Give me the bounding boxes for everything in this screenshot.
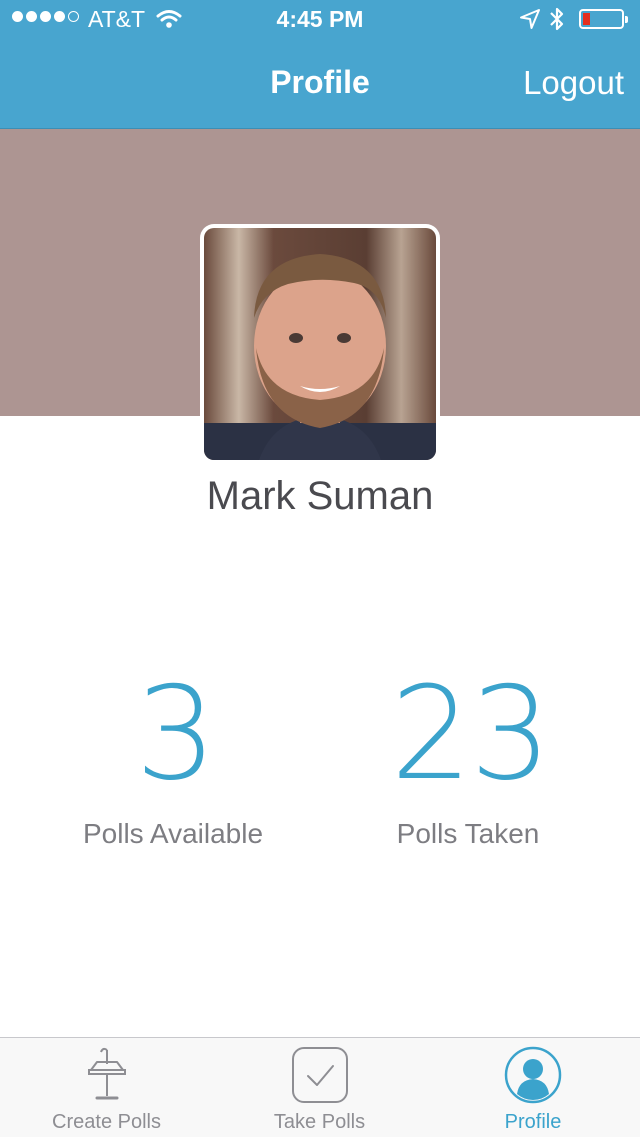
avatar [204,228,436,460]
tab-create-polls[interactable]: Create Polls [0,1038,213,1137]
tab-take-polls[interactable]: Take Polls [213,1038,426,1137]
polls-taken-count: 23 [390,660,552,809]
status-bar: AT&T 4:45 PM [0,0,640,40]
logout-button[interactable]: Logout [523,64,624,102]
top-bar: AT&T 4:45 PM Profile Logout [0,0,640,129]
status-time: 4:45 PM [276,6,364,32]
avatar-frame [200,224,440,464]
battery-icon [579,9,628,29]
person-icon [504,1046,562,1109]
tab-label: Create Polls [52,1111,161,1133]
tab-profile[interactable]: Profile [426,1038,640,1137]
tab-label: Profile [504,1111,562,1133]
polls-available-count: 3 [135,660,216,809]
podium-icon [83,1046,131,1109]
polls-available-label: Polls Available [82,818,264,849]
polls-taken-label: Polls Taken [396,818,540,849]
tab-bar: Create Polls Take Polls Profile [0,1037,640,1137]
profile-name: Mark Suman [206,474,434,518]
location-arrow-icon [519,8,541,35]
bluetooth-icon [549,6,565,38]
checkbox-icon [291,1046,349,1109]
tab-label: Take Polls [273,1111,366,1133]
